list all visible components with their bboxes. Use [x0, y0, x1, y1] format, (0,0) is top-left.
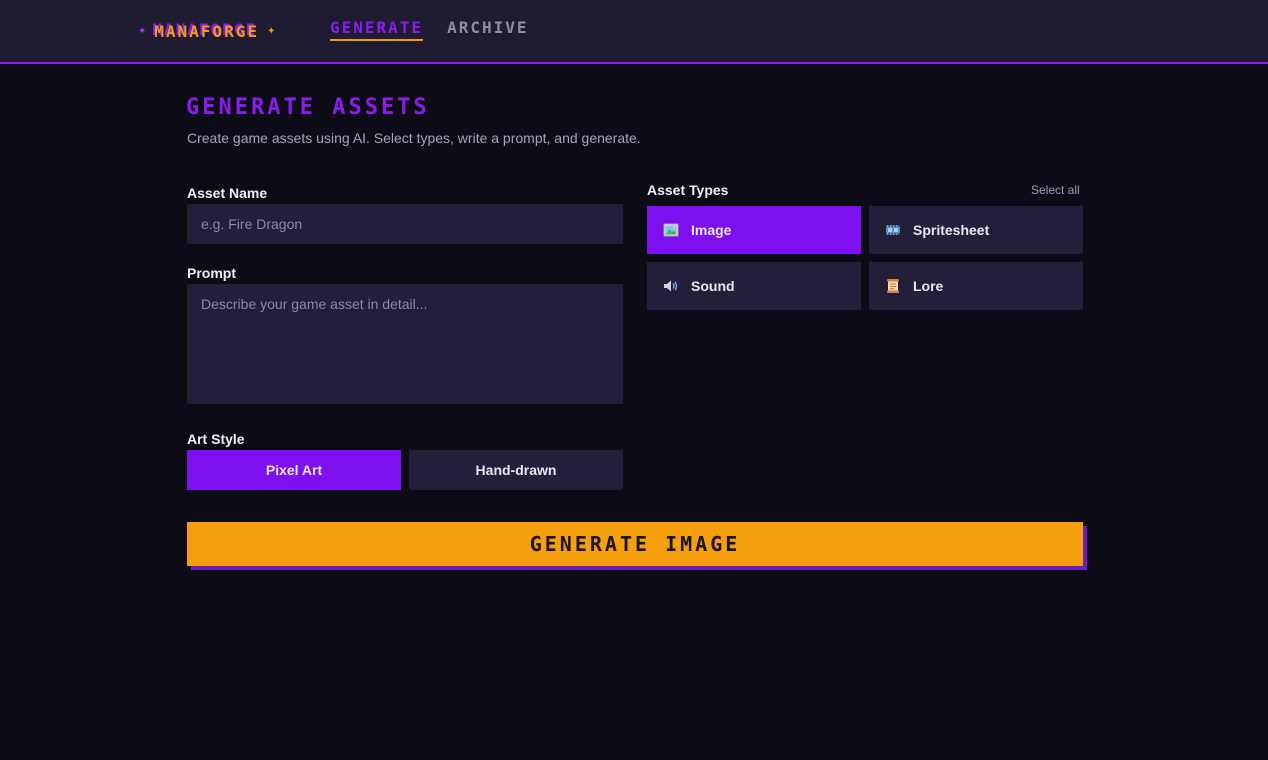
asset-name-input[interactable]	[187, 204, 623, 244]
prompt-label: Prompt	[187, 265, 236, 281]
main-nav: GENERATE ARCHIVE	[330, 18, 529, 41]
art-style-hand-drawn-button[interactable]: Hand-drawn	[409, 450, 623, 490]
asset-type-label: Image	[691, 222, 732, 238]
speaker-icon	[663, 278, 679, 294]
logo-text: MANAFORGE	[154, 21, 260, 41]
asset-type-lore[interactable]: Lore	[869, 262, 1083, 310]
asset-name-label: Asset Name	[187, 185, 268, 201]
asset-type-image[interactable]: Image	[647, 206, 861, 254]
asset-type-label: Lore	[913, 278, 944, 294]
sparkle-icon: ✦	[267, 25, 276, 37]
art-style-pixel-art-button[interactable]: Pixel Art	[187, 450, 401, 490]
asset-type-spritesheet[interactable]: Spritesheet	[869, 206, 1083, 254]
asset-type-label: Sound	[691, 278, 735, 294]
nav-archive[interactable]: ARCHIVE	[447, 18, 528, 41]
asset-type-label: Spritesheet	[913, 222, 990, 238]
generate-button[interactable]: GENERATE IMAGE	[187, 522, 1083, 566]
art-style-label: Art Style	[187, 431, 245, 447]
page-subtitle: Create game assets using AI. Select type…	[187, 130, 641, 146]
asset-types-label: Asset Types	[647, 182, 729, 198]
asset-type-sound[interactable]: Sound	[647, 262, 861, 310]
select-all-link[interactable]: Select all	[1031, 183, 1080, 197]
image-icon	[663, 222, 679, 238]
logo[interactable]: ✦ MANAFORGE ✦	[138, 19, 275, 43]
nav-generate[interactable]: GENERATE	[330, 18, 424, 41]
scroll-icon	[885, 278, 901, 294]
top-bar: ✦ MANAFORGE ✦ GENERATE ARCHIVE	[0, 0, 1268, 64]
page-title: GENERATE ASSETS	[186, 95, 430, 120]
prompt-input[interactable]	[187, 284, 623, 404]
film-icon	[885, 222, 901, 238]
sparkle-icon: ✦	[138, 25, 147, 37]
